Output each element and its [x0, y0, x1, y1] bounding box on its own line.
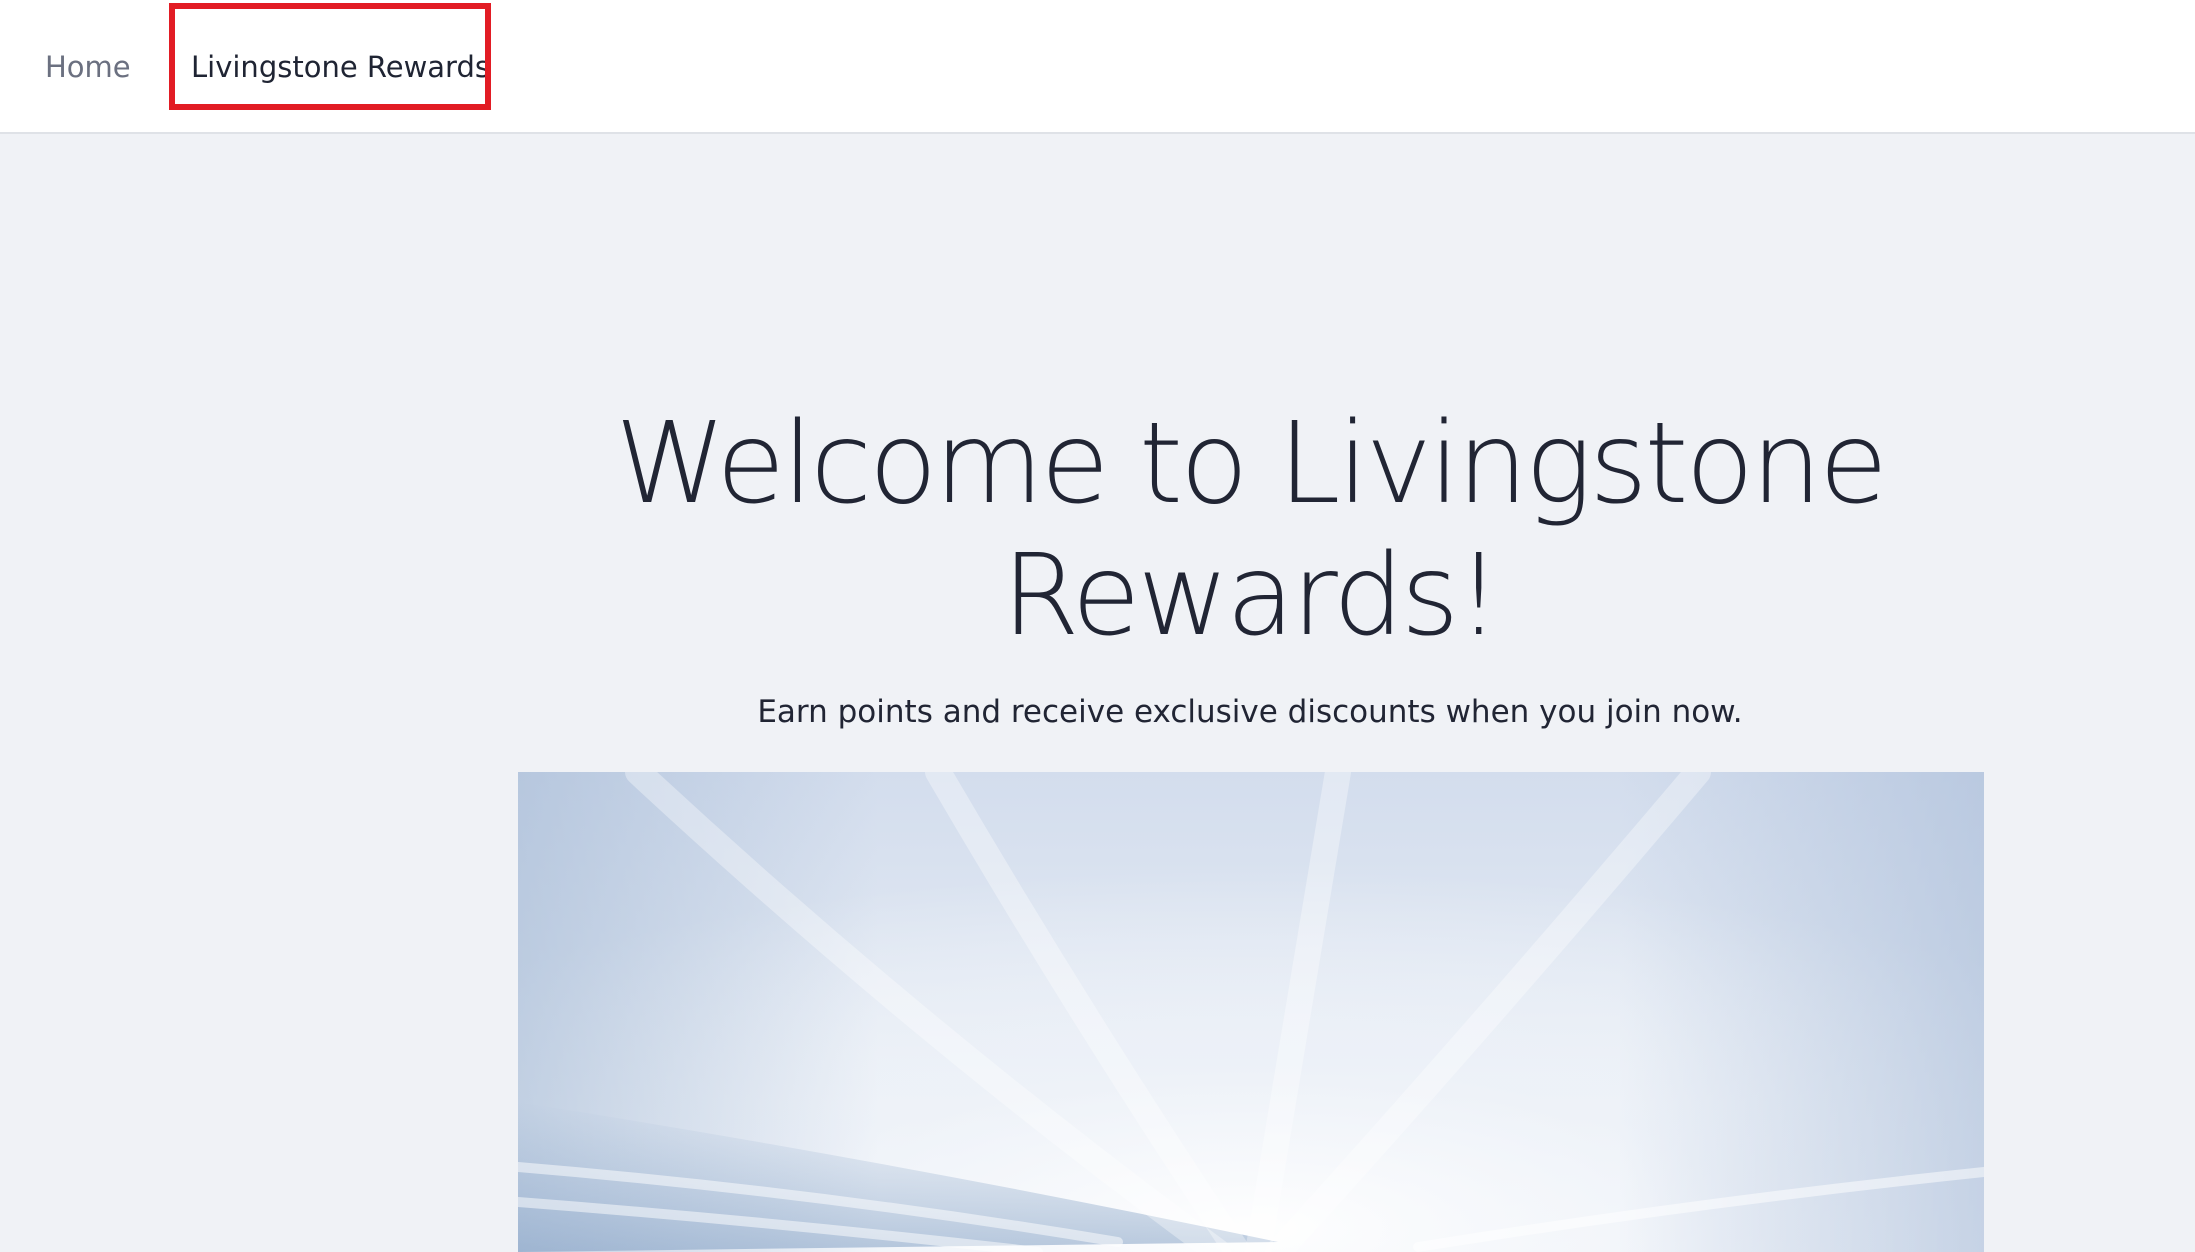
hero-subtitle: Earn points and receive exclusive discou… [757, 694, 1743, 730]
top-navbar: Home Livingstone Rewards [0, 0, 2195, 134]
main-content: Welcome to Livingstone Rewards! Earn poi… [0, 136, 2195, 1252]
sky-clouds-artwork [518, 772, 1984, 1252]
nav-link-home[interactable]: Home [45, 0, 131, 134]
sky-clouds-image [518, 772, 1984, 1252]
nav-link-livingstone-rewards[interactable]: Livingstone Rewards [191, 0, 490, 134]
hero-title: Welcome to Livingstone Rewards! [615, 399, 1888, 661]
